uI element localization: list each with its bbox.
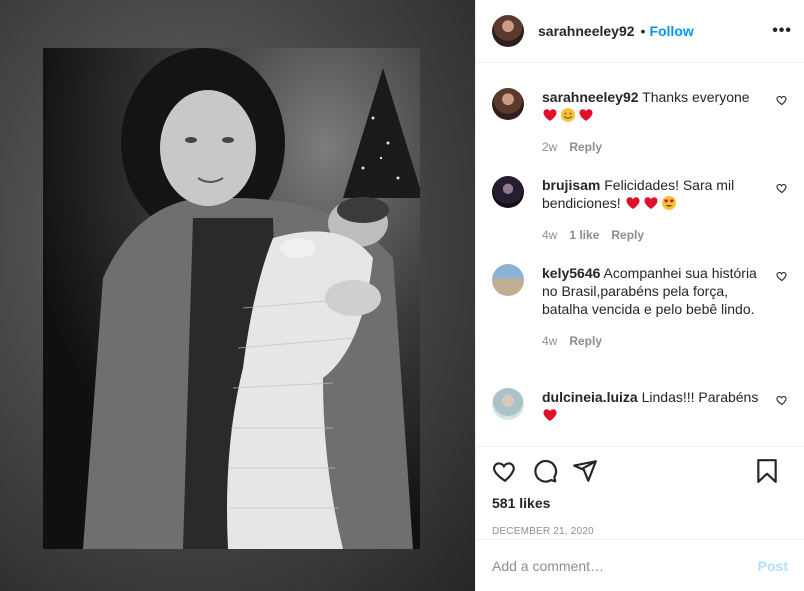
comment-body: sarahneeley92 Thanks everyone 2w Reply [542,88,762,156]
post-actions: 581 likes DECEMBER 21, 2020 [476,446,804,537]
comment-item: brujisam Felicidades! Sara mil bendicion… [492,176,788,244]
post-photo[interactable] [43,48,420,549]
comment-item: sarahneeley92 Thanks everyone 2w Reply [492,88,788,156]
avatar[interactable] [492,15,524,47]
red-heart-icon [643,195,659,211]
reply-button[interactable]: Reply [569,140,602,154]
heart-icon[interactable] [492,458,518,484]
heart-eyes-icon [661,195,677,211]
comment-avatar[interactable] [492,264,524,296]
comment-avatar[interactable] [492,388,524,420]
red-heart-icon [578,107,594,123]
comment-input[interactable] [492,557,758,574]
comment-time[interactable]: 4w [542,228,557,242]
comment-time[interactable]: 4w [542,334,557,348]
red-heart-icon [625,195,641,211]
comment-item: dulcineia.luiza Lindas!!! Parabéns [492,388,788,424]
post-button[interactable]: Post [758,558,788,574]
more-options-icon[interactable]: ••• [772,22,792,40]
like-comment-icon[interactable] [776,94,788,106]
like-comment-icon[interactable] [776,182,788,194]
comment-item: kely5646 Acompanhei sua história no Bras… [492,264,788,350]
comment-emojis [542,407,560,423]
comment-meta: 2w Reply [542,138,762,156]
like-comment-icon[interactable] [776,394,788,406]
red-heart-icon [542,107,558,123]
comment-username[interactable]: brujisam [542,177,600,193]
comment-username[interactable]: sarahneeley92 [542,89,639,105]
comment-meta: 4w 1 like Reply [542,226,762,244]
smiling-face-icon [560,107,576,123]
reply-button[interactable]: Reply [611,228,644,242]
comment-time[interactable]: 2w [542,140,557,154]
comment-body: dulcineia.luiza Lindas!!! Parabéns [542,388,762,424]
follow-button[interactable]: Follow [649,23,693,39]
comment-emojis [542,107,596,123]
media-pane [0,0,475,591]
bookmark-icon[interactable] [754,458,780,484]
comment-username[interactable]: kely5646 [542,265,600,281]
comment-avatar[interactable] [492,88,524,120]
comment-body: kely5646 Acompanhei sua história no Bras… [542,264,762,350]
author-username[interactable]: sarahneeley92 [538,23,635,39]
action-icons [492,447,788,495]
comment-avatar[interactable] [492,176,524,208]
reply-button[interactable]: Reply [569,334,602,348]
comment-body: brujisam Felicidades! Sara mil bendicion… [542,176,762,244]
comment-username[interactable]: dulcineia.luiza [542,389,638,405]
comment-text: Lindas!!! Parabéns [641,389,759,405]
comment-emojis [621,195,679,211]
post-header: sarahneeley92 • Follow ••• [476,0,804,63]
comment-meta: 4w Reply [542,332,762,350]
likes-count[interactable]: 581 likes [492,495,788,511]
comment-icon[interactable] [532,458,558,484]
red-heart-icon [542,407,558,423]
separator-dot: • [640,23,646,39]
post-side-panel: sarahneeley92 • Follow ••• sarahneeley92… [475,0,804,591]
comment-text: Thanks everyone [642,89,750,105]
comment-composer: Post [476,539,804,591]
post-date: DECEMBER 21, 2020 [492,526,594,537]
share-icon[interactable] [572,458,598,484]
comment-likes[interactable]: 1 like [569,228,599,242]
photo-illustration [43,48,420,549]
like-comment-icon[interactable] [776,270,788,282]
comments-list[interactable]: sarahneeley92 Thanks everyone 2w Reply bru… [476,64,804,446]
